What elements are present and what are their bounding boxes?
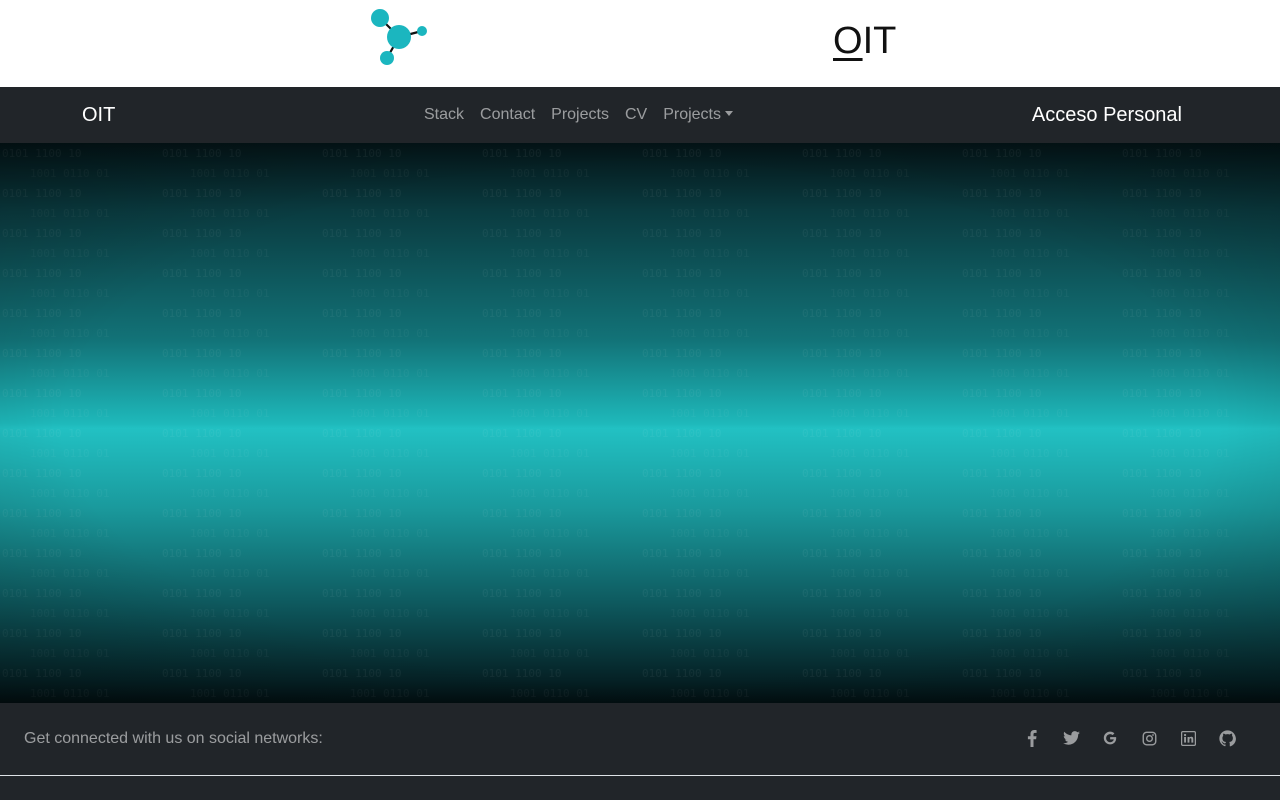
footer: Get connected with us on social networks… <box>0 703 1280 800</box>
navbar-brand[interactable]: OIT <box>82 103 115 127</box>
nav-link-cv[interactable]: CV <box>617 103 655 127</box>
wordmark-first-letter: O <box>833 20 863 62</box>
wordmark-rest: IT <box>862 20 897 62</box>
binary-pattern-background: 0101 1100 10 1001 0110 01 <box>0 143 1280 703</box>
instagram-icon[interactable] <box>1137 727 1161 749</box>
google-icon[interactable] <box>1098 727 1122 749</box>
nav-link-stack[interactable]: Stack <box>416 103 472 127</box>
main-navbar: OIT Stack Contact Projects CV Projects A… <box>0 87 1280 143</box>
nav-link-contact[interactable]: Contact <box>472 103 543 127</box>
twitter-icon[interactable] <box>1059 727 1083 749</box>
nav-dropdown-label: Projects <box>663 106 721 123</box>
facebook-icon[interactable] <box>1020 727 1044 749</box>
molecule-logo-icon <box>371 9 427 65</box>
caret-down-icon <box>724 111 733 116</box>
personal-access-link[interactable]: Acceso Personal <box>1032 103 1182 127</box>
social-icons <box>1020 727 1254 749</box>
nav-links: Stack Contact Projects CV Projects <box>416 102 741 128</box>
site-wordmark: OIT <box>833 20 896 62</box>
github-icon[interactable] <box>1215 727 1239 749</box>
nav-link-projects[interactable]: Projects <box>543 103 617 127</box>
hero-banner: 0101 1100 10 1001 0110 01 <box>0 143 1280 703</box>
linkedin-icon[interactable] <box>1176 727 1200 749</box>
top-header: OIT <box>0 0 1280 87</box>
nav-dropdown-projects[interactable]: Projects <box>655 103 741 127</box>
social-text: Get connected with us on social networks… <box>24 730 323 747</box>
footer-divider <box>0 775 1280 776</box>
